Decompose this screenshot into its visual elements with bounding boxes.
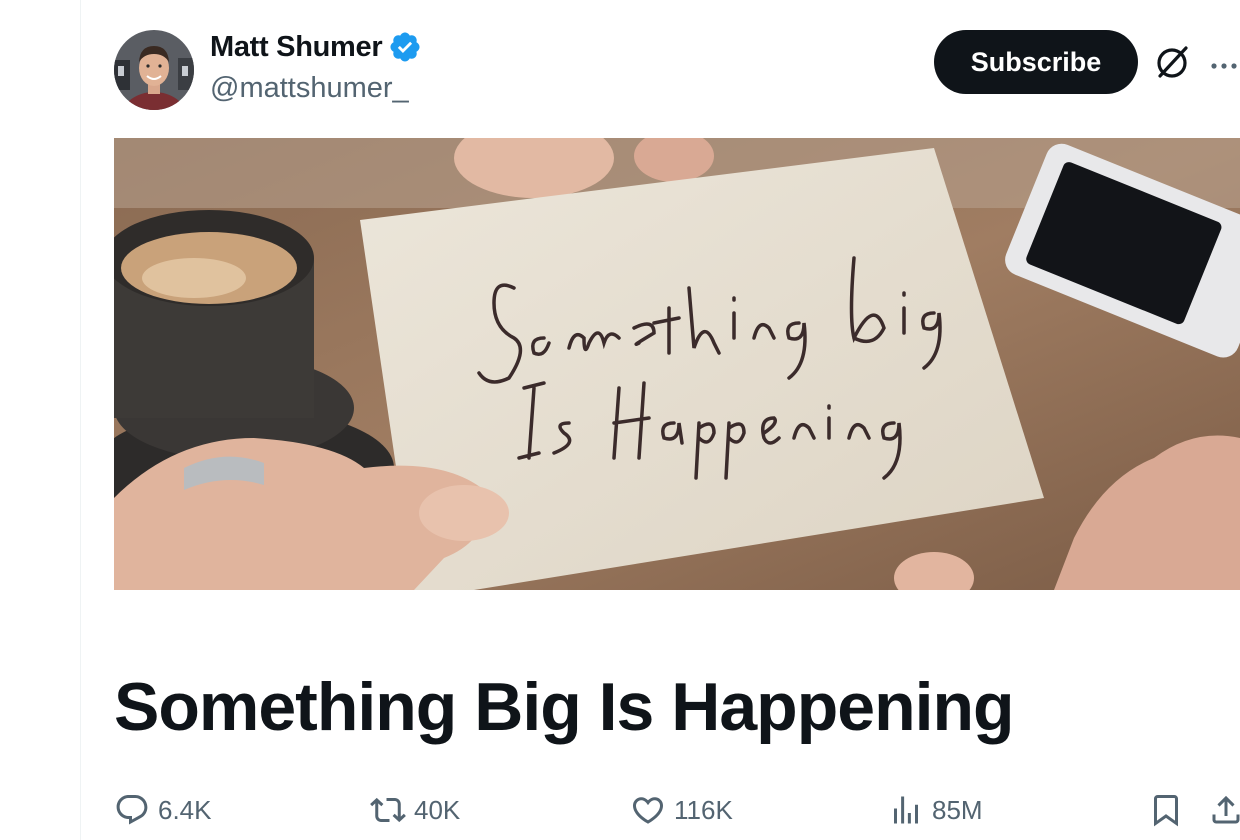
- like-count: 116K: [674, 794, 733, 825]
- avatar[interactable]: [114, 30, 194, 110]
- views-button[interactable]: 85M: [888, 790, 983, 830]
- author-display-name[interactable]: Matt Shumer: [210, 31, 383, 64]
- left-column-divider: [80, 0, 81, 840]
- heart-icon: [632, 797, 664, 824]
- like-button[interactable]: 116K: [630, 790, 733, 830]
- reply-count: 6.4K: [158, 794, 212, 825]
- repost-button[interactable]: 40K: [370, 790, 460, 830]
- grok-icon[interactable]: [1152, 42, 1192, 82]
- more-dots-icon[interactable]: [1210, 58, 1240, 69]
- view-count: 85M: [932, 794, 983, 825]
- repost-count: 40K: [414, 794, 461, 825]
- reply-button[interactable]: 6.4K: [114, 790, 212, 830]
- share-icon[interactable]: [1208, 792, 1240, 828]
- author-handle[interactable]: @mattshumer_: [210, 72, 409, 105]
- reply-icon: [116, 795, 148, 825]
- author-name-row[interactable]: Matt Shumer: [210, 30, 422, 64]
- repost-icon: [370, 797, 406, 823]
- verified-badge-icon: [388, 30, 422, 64]
- article-cover-image[interactable]: [114, 138, 1240, 590]
- bookmark-icon[interactable]: [1148, 792, 1184, 828]
- subscribe-button[interactable]: Subscribe: [934, 30, 1138, 94]
- article-title: Something Big Is Happening: [114, 669, 1015, 745]
- views-chart-icon: [894, 796, 918, 824]
